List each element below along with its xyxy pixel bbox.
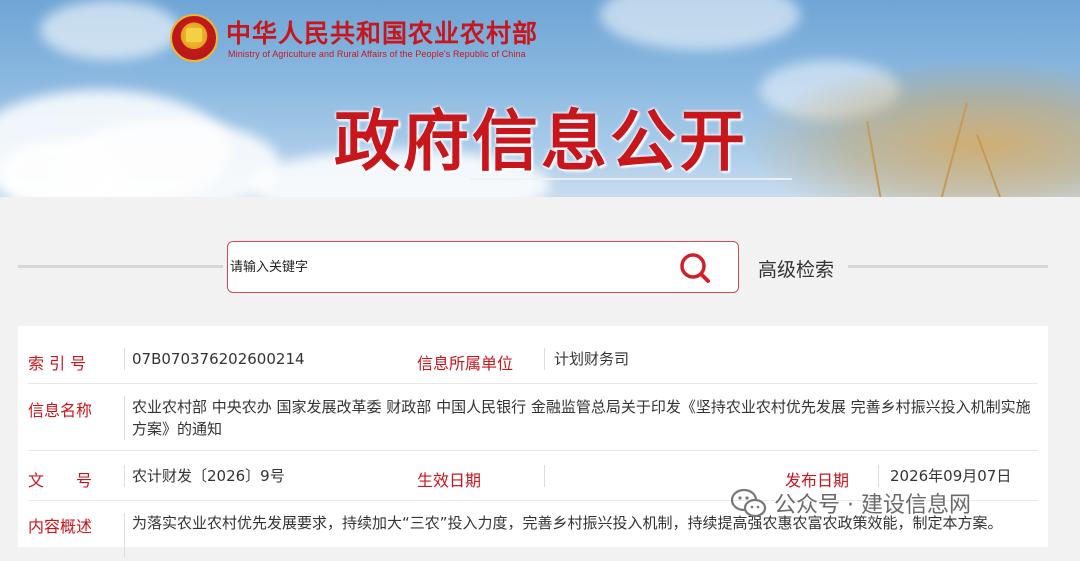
national-emblem-icon [170, 14, 218, 62]
unit-value: 计划财务司 [554, 350, 630, 368]
column-divider [544, 465, 545, 487]
doc-number-label: 文 号 [28, 471, 93, 490]
ministry-name-cn: 中华人民共和国农业农村部 [226, 19, 539, 48]
summary-label: 内容概述 [28, 517, 93, 536]
effective-date-label: 生效日期 [417, 471, 482, 490]
page-title: 政府信息公开 [334, 103, 748, 180]
name-value: 农业农村部 中央农办 国家发展改革委 财政部 中国人民银行 金融监管总局关于印发… [132, 398, 1031, 438]
cloud-decoration [40, 0, 180, 60]
name-label: 信息名称 [28, 401, 93, 420]
search-icon [680, 253, 710, 283]
column-divider [544, 348, 545, 370]
watermark-text: 公众号 · 建设信息网 [774, 493, 971, 518]
doc-number-value: 农计财发〔2026〕9号 [132, 467, 285, 485]
unit-label: 信息所属单位 [417, 354, 514, 373]
search-bar-row: 高级检索 [0, 198, 1080, 326]
search-box [227, 241, 739, 293]
publish-date-value: 2026年09月07日 [890, 467, 1012, 485]
search-input[interactable] [230, 252, 670, 282]
index-label: 索 引 号 [28, 354, 87, 373]
info-row-index: 索 引 号 07B070376202600214 信息所属单位 计划财务司 [28, 334, 1038, 384]
column-divider [124, 465, 125, 487]
search-button[interactable] [674, 250, 714, 286]
column-divider [124, 513, 125, 557]
divider-line [848, 265, 1048, 268]
column-divider [878, 465, 879, 487]
info-row-name: 信息名称 农业农村部 中央农办 国家发展改革委 财政部 中国人民银行 金融监管总… [28, 384, 1038, 451]
ministry-name-en: Ministry of Agriculture and Rural Affair… [228, 49, 526, 59]
index-value: 07B070376202600214 [132, 350, 305, 368]
advanced-search-link[interactable]: 高级检索 [758, 255, 834, 282]
column-divider [124, 348, 125, 370]
cloud-decoration [600, 0, 800, 50]
wechat-icon [730, 488, 767, 518]
header-banner: 中华人民共和国农业农村部 Ministry of Agriculture and… [0, 0, 1080, 197]
column-divider [124, 396, 125, 440]
wheat-decoration [750, 60, 1080, 197]
title-underline [470, 178, 792, 180]
divider-line [18, 265, 223, 268]
